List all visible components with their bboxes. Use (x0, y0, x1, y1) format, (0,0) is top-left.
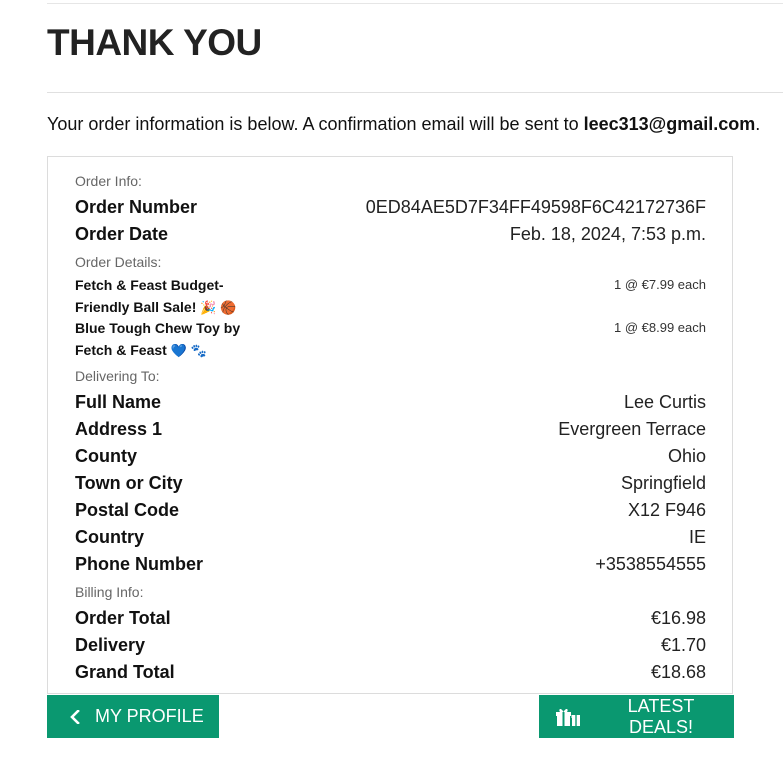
country-row: Country IE (75, 525, 706, 549)
title-divider (47, 92, 783, 93)
address-value: Evergreen Terrace (558, 418, 706, 439)
order-date-value: Feb. 18, 2024, 7:53 p.m. (509, 223, 706, 244)
full-name-row: Full Name Lee Curtis (75, 390, 706, 414)
billing-info-label: Billing Info: (75, 584, 144, 600)
postal-code-row: Postal Code X12 F946 (75, 498, 706, 522)
country-key: Country (75, 526, 144, 547)
county-value: Ohio (667, 445, 706, 466)
intro-text: Your order information is below. A confi… (47, 114, 777, 135)
grand-total-key: Grand Total (75, 661, 175, 682)
county-row: County Ohio (75, 444, 706, 468)
order-item-title: Blue Tough Chew Toy by Fetch & Feast (75, 320, 241, 358)
my-profile-button[interactable]: MY PROFILE (47, 695, 219, 738)
delivery-row: Delivery €1.70 (75, 633, 706, 657)
postal-code-key: Postal Code (75, 499, 180, 520)
order-number-value: 0ED84AE5D7F34FF49598F6C42172736F (365, 196, 706, 217)
phone-key: Phone Number (75, 553, 204, 574)
order-number-key: Order Number (75, 196, 198, 217)
order-date-key: Order Date (75, 223, 169, 244)
confirmation-email: leec313@gmail.com (583, 114, 756, 134)
order-item-qty: 1 @ €8.99 each (614, 320, 706, 335)
party-basketball-emoji: 🎉 🏀 (200, 300, 237, 315)
order-info-label: Order Info: (75, 173, 142, 189)
order-number-row: Order Number 0ED84AE5D7F34FF49598F6C4217… (75, 195, 706, 219)
phone-row: Phone Number +3538554555 (75, 552, 706, 576)
town-value: Springfield (620, 472, 706, 493)
order-item-name: Blue Tough Chew Toy by Fetch & Feast 💙 🐾 (75, 317, 250, 362)
full-name-value: Lee Curtis (623, 391, 706, 412)
latest-deals-button[interactable]: LATEST DEALS! (539, 695, 734, 738)
gifts-icon (556, 707, 580, 727)
full-name-key: Full Name (75, 391, 162, 412)
grand-total-value: €18.68 (650, 661, 706, 682)
order-total-value: €16.98 (650, 607, 706, 628)
delivering-to-label: Delivering To: (75, 368, 160, 384)
town-row: Town or City Springfield (75, 471, 706, 495)
chevron-left-icon (69, 709, 81, 724)
country-value: IE (688, 526, 706, 547)
county-key: County (75, 445, 137, 466)
order-total-key: Order Total (75, 607, 171, 628)
my-profile-label: MY PROFILE (95, 706, 204, 726)
grand-total-row: Grand Total €18.68 (75, 660, 706, 684)
delivery-key: Delivery (75, 634, 146, 655)
top-divider (47, 3, 783, 4)
delivery-value: €1.70 (660, 634, 706, 655)
heart-paws-emoji: 💙 🐾 (170, 343, 207, 358)
phone-value: +3538554555 (595, 553, 706, 574)
latest-deals-label: LATEST DEALS! (627, 695, 695, 737)
order-total-row: Order Total €16.98 (75, 606, 706, 630)
postal-code-value: X12 F946 (627, 499, 706, 520)
order-item-name: Fetch & Feast Budget-Friendly Ball Sale!… (75, 274, 250, 319)
order-date-row: Order Date Feb. 18, 2024, 7:53 p.m. (75, 222, 706, 246)
order-item-qty: 1 @ €7.99 each (614, 277, 706, 292)
intro-message: Your order information is below. A confi… (47, 114, 584, 134)
page-title: THANK YOU (47, 22, 262, 63)
town-key: Town or City (75, 472, 183, 493)
order-summary-card: Order Info: Order Number 0ED84AE5D7F34FF… (47, 156, 733, 694)
address-key: Address 1 (75, 418, 163, 439)
intro-suffix: . (755, 114, 761, 134)
order-details-label: Order Details: (75, 254, 162, 270)
address-row: Address 1 Evergreen Terrace (75, 417, 706, 441)
